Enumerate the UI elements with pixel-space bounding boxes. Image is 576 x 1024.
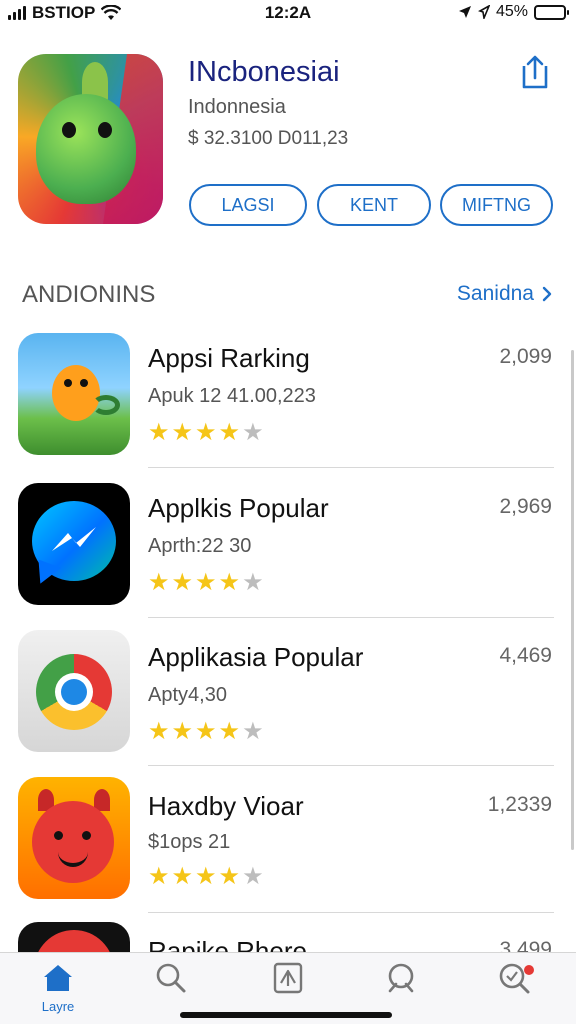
devil-game-icon	[18, 777, 130, 899]
monster-game-icon	[18, 333, 130, 455]
battery-percent: 45%	[495, 3, 528, 20]
chrome-icon	[18, 630, 130, 752]
app-name: Rapike Rhere	[148, 936, 307, 952]
discover-icon	[388, 963, 414, 993]
app-name: Applikasia Popular	[148, 642, 364, 672]
star-rating: ★ ★ ★ ★ ★	[148, 571, 264, 595]
battery-icon	[534, 4, 569, 20]
hero-button-3[interactable]: MIFTNG	[440, 184, 553, 226]
game-creature-icon[interactable]	[18, 54, 163, 224]
star-filled-icon: ★	[148, 419, 170, 446]
divider	[148, 467, 554, 468]
see-all-label: Sanidna	[456, 282, 534, 305]
app-count: 4,469	[499, 644, 552, 667]
star-filled-icon: ★	[148, 569, 170, 596]
status-bar: BSTIOP 12:2A 45%	[0, 0, 576, 26]
star-filled-icon: ★	[171, 718, 194, 745]
app-count: 2,969	[499, 495, 552, 518]
monster-tail	[92, 395, 120, 415]
star-filled-icon: ★	[218, 419, 241, 446]
app-name: Haxdby Vioar	[148, 791, 304, 821]
app-subtitle: Apty4,30	[148, 684, 227, 706]
divider	[148, 617, 554, 618]
star-empty-icon: ★	[242, 419, 264, 446]
list-item[interactable]: Applikasia Popular Apty4,30 4,469 ★ ★ ★ ★ ★	[0, 630, 576, 780]
app-title: INcbonesiai	[188, 56, 340, 88]
star-filled-icon: ★	[148, 863, 170, 890]
app-count: 3,499	[499, 938, 552, 952]
red-app-icon	[18, 922, 130, 952]
tab-home-label: Layre	[41, 999, 75, 1014]
tab-search[interactable]	[141, 961, 201, 1017]
star-filled-icon: ★	[171, 863, 194, 890]
star-filled-icon: ★	[171, 419, 194, 446]
hero-button-2[interactable]: KENT	[317, 184, 431, 226]
app-subtitle: Aprth:22 30	[148, 535, 252, 557]
star-filled-icon: ★	[218, 863, 241, 890]
see-all-link[interactable]: Sanidna	[457, 282, 552, 306]
tab-discover[interactable]	[371, 961, 431, 1017]
star-filled-icon: ★	[195, 718, 217, 745]
app-subtitle: $1ops 21	[148, 831, 231, 853]
airplane-icon	[477, 5, 490, 19]
creature-body	[36, 94, 136, 204]
share-icon[interactable]	[518, 54, 552, 90]
list-item[interactable]: Appsi Rarking Apuk 12 41.00,223 2,099 ★ ★…	[0, 333, 576, 483]
chrome-ring	[36, 654, 112, 730]
location-icon	[458, 6, 471, 18]
star-filled-icon: ★	[195, 863, 217, 890]
divider	[148, 765, 554, 766]
app-count: 1,2339	[487, 793, 552, 816]
list-item[interactable]: Rapike Rhere 3,499	[0, 922, 576, 952]
status-right: 45%	[458, 3, 569, 21]
app-subtitle: Apuk 12 41.00,223	[148, 385, 316, 407]
list-item[interactable]: Applkis Popular Aprth:22 30 2,969 ★ ★ ★ ★ ★	[0, 483, 576, 633]
tab-home[interactable]: Layre	[28, 961, 88, 1017]
apps-icon	[273, 962, 303, 994]
messenger-bolt	[52, 527, 96, 551]
search-icon	[156, 963, 186, 993]
devil-face	[32, 801, 114, 883]
star-rating: ★ ★ ★ ★ ★	[148, 720, 264, 744]
divider	[148, 912, 554, 913]
star-filled-icon: ★	[195, 419, 217, 446]
notification-badge	[524, 965, 534, 975]
home-icon	[44, 965, 72, 991]
home-indicator[interactable]	[180, 1012, 392, 1018]
tab-apps[interactable]	[258, 961, 318, 1017]
star-filled-icon: ★	[148, 718, 170, 745]
star-rating: ★ ★ ★ ★ ★	[148, 421, 264, 445]
app-price: $ 32.3100 D011,23	[188, 128, 349, 149]
tab-updates[interactable]	[484, 961, 544, 1017]
star-filled-icon: ★	[218, 718, 241, 745]
section-title: ANDIONINS	[22, 281, 156, 308]
star-filled-icon: ★	[195, 569, 217, 596]
list-item[interactable]: Haxdby Vioar $1ops 21 1,2339 ★ ★ ★ ★ ★	[0, 777, 576, 927]
star-empty-icon: ★	[242, 569, 264, 596]
star-empty-icon: ★	[242, 863, 264, 890]
app-count: 2,099	[499, 345, 552, 368]
messenger-icon	[18, 483, 130, 605]
star-empty-icon: ★	[242, 718, 264, 745]
red-circle	[34, 930, 114, 952]
hero-button-1[interactable]: LAGSI	[189, 184, 307, 226]
star-rating: ★ ★ ★ ★ ★	[148, 865, 264, 889]
app-subtitle: Indonnesia	[188, 96, 286, 118]
star-filled-icon: ★	[218, 569, 241, 596]
app-name: Applkis Popular	[148, 493, 329, 523]
app-name: Appsi Rarking	[148, 343, 310, 373]
monster-body	[52, 365, 100, 421]
star-filled-icon: ★	[171, 569, 194, 596]
chevron-right-icon	[542, 286, 552, 302]
